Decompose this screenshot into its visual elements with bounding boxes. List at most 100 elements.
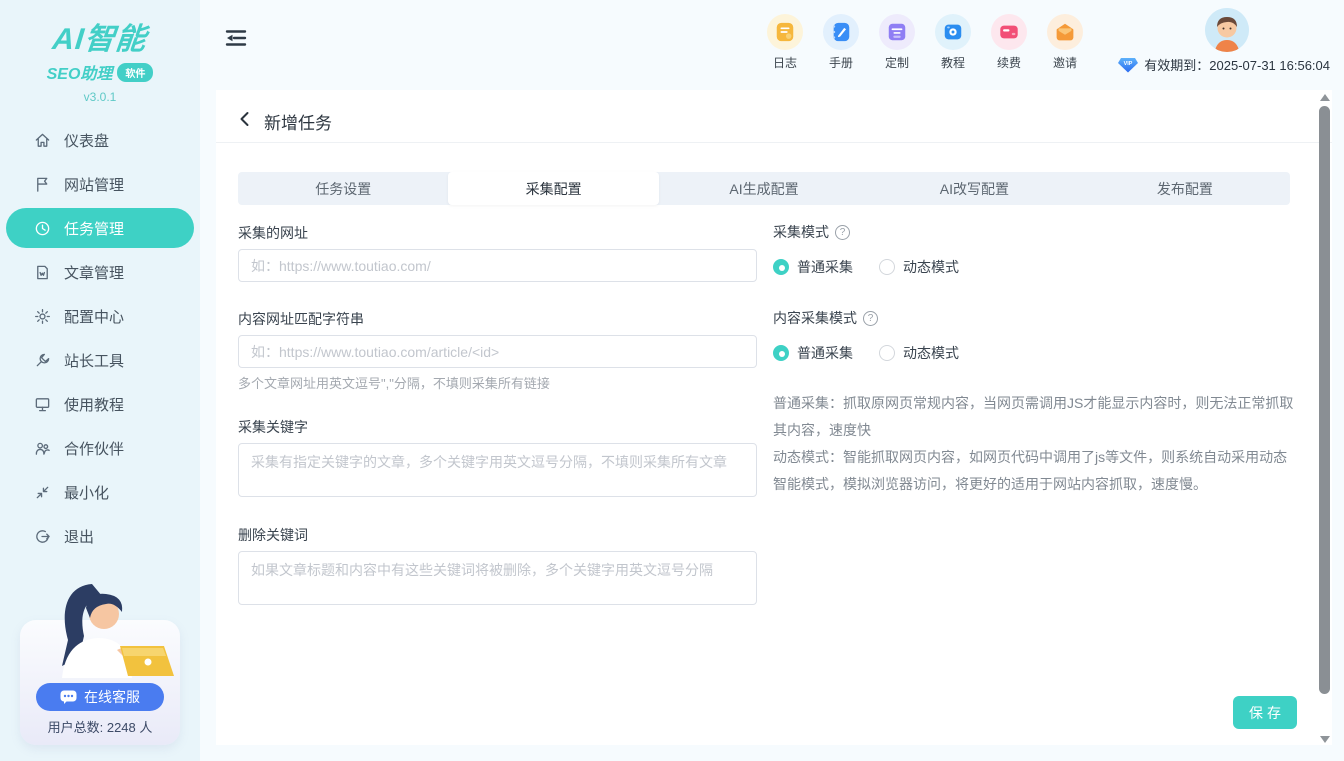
sidebar-item-label: 使用教程: [64, 394, 124, 415]
sidebar-item-dashboard[interactable]: 仪表盘: [6, 120, 194, 160]
vip-validity: 有效期到：2025-07-31 16:56:04: [1144, 55, 1330, 74]
sidebar-item-config[interactable]: 配置中心: [6, 296, 194, 336]
sidebar-item-label: 合作伙伴: [64, 438, 124, 459]
app-version: v3.0.1: [0, 90, 200, 104]
content-panel: 新增任务 任务设置 采集配置 AI生成配置 AI改写配置 发布配置 采集的网址 …: [216, 90, 1332, 745]
scrollbar[interactable]: [1318, 92, 1331, 745]
radio-icon: [879, 345, 895, 361]
sidebar: AI智能 SEO助理 软件 v3.0.1 仪表盘 网站管理 任务管理 文章管理 …: [0, 0, 200, 761]
collect-keywords-textarea[interactable]: [238, 443, 757, 497]
sidebar-item-webmaster-tools[interactable]: 站长工具: [6, 340, 194, 380]
logo-title: AI智能: [0, 14, 202, 58]
mode-description-line1: 普通采集：抓取原网页常规内容，当网页需调用JS才能显示内容时，则无法正常抓取其内…: [773, 390, 1298, 444]
scrollbar-thumb[interactable]: [1319, 106, 1330, 694]
radio-icon: [879, 259, 895, 275]
radio-icon: [773, 345, 789, 361]
collect-mode-dynamic-radio[interactable]: 动态模式: [879, 257, 959, 277]
chat-bubble-icon: [60, 690, 77, 705]
sidebar-item-label: 文章管理: [64, 262, 124, 283]
tab-collect-config[interactable]: 采集配置: [448, 172, 658, 205]
tab-task-settings[interactable]: 任务设置: [238, 172, 448, 205]
quick-link-label: 续费: [990, 54, 1028, 71]
user-count: 用户总数: 2248 人: [0, 717, 200, 736]
collapse-sidebar-icon[interactable]: [225, 28, 247, 48]
customer-service-illustration: [22, 578, 178, 690]
radio-label: 动态模式: [903, 257, 959, 277]
minimize-icon: [34, 484, 51, 501]
monitor-icon: [34, 396, 51, 413]
partners-icon: [34, 440, 51, 457]
sidebar-item-label: 配置中心: [64, 306, 124, 327]
content-url-match-hint: 多个文章网址用英文逗号","分隔，不填则采集所有链接: [238, 373, 550, 392]
sidebar-item-partners[interactable]: 合作伙伴: [6, 428, 194, 468]
quick-link-manual[interactable]: 手册: [822, 14, 860, 71]
user-avatar[interactable]: [1205, 8, 1249, 52]
radio-label: 普通采集: [797, 343, 853, 363]
sidebar-item-logout[interactable]: 退出: [6, 516, 194, 556]
sidebar-item-label: 退出: [64, 526, 94, 547]
gear-icon: [34, 308, 51, 325]
invite-icon: [1054, 21, 1076, 43]
scrollbar-down-arrow[interactable]: [1320, 736, 1330, 743]
sidebar-menu: 仪表盘 网站管理 任务管理 文章管理 配置中心 站长工具 使用教程 合作伙伴: [0, 120, 200, 556]
collect-url-input[interactable]: [238, 249, 757, 282]
sidebar-item-minimize[interactable]: 最小化: [6, 472, 194, 512]
scrollbar-up-arrow[interactable]: [1320, 94, 1330, 101]
back-icon[interactable]: [236, 110, 254, 128]
svg-text:VIP: VIP: [1124, 61, 1133, 67]
quick-link-tutorials[interactable]: 教程: [934, 14, 972, 71]
logo-badge: 软件: [117, 63, 153, 82]
save-button[interactable]: 保存: [1233, 696, 1297, 729]
vip-status: VIP 有效期到：2025-07-31 16:56:04: [1118, 55, 1330, 74]
help-icon[interactable]: ?: [835, 225, 850, 240]
manual-icon: [830, 21, 852, 43]
sidebar-item-tasks[interactable]: 任务管理: [6, 208, 194, 248]
sidebar-item-label: 最小化: [64, 482, 109, 503]
collect-mode-label: 采集模式 ?: [773, 222, 850, 242]
sidebar-item-tutorial[interactable]: 使用教程: [6, 384, 194, 424]
sidebar-item-label: 站长工具: [64, 350, 124, 371]
radio-icon: [773, 259, 789, 275]
sidebar-item-articles[interactable]: 文章管理: [6, 252, 194, 292]
collect-mode-label-text: 采集模式: [773, 222, 829, 242]
log-icon: [774, 21, 796, 43]
tab-ai-generate-config[interactable]: AI生成配置: [659, 172, 869, 205]
quick-link-renew[interactable]: 续费: [990, 14, 1028, 71]
collect-keywords-label: 采集关键字: [238, 417, 308, 437]
sidebar-item-websites[interactable]: 网站管理: [6, 164, 194, 204]
content-url-match-input[interactable]: [238, 335, 757, 368]
delete-keywords-textarea[interactable]: [238, 551, 757, 605]
collect-mode-normal-radio[interactable]: 普通采集: [773, 257, 853, 277]
page-title: 新增任务: [264, 109, 332, 134]
mode-description-line2: 动态模式：智能抓取网页内容，如网页代码中调用了js等文件，则系统自动采用动态智能…: [773, 444, 1298, 498]
help-icon[interactable]: ?: [863, 311, 878, 326]
quick-link-custom[interactable]: 定制: [878, 14, 916, 71]
logout-icon: [34, 528, 51, 545]
radio-label: 普通采集: [797, 257, 853, 277]
home-icon: [34, 132, 51, 149]
collect-mode-radios: 普通采集 动态模式: [773, 257, 959, 277]
clock-icon: [34, 220, 51, 237]
mode-description: 普通采集：抓取原网页常规内容，当网页需调用JS才能显示内容时，则无法正常抓取其内…: [773, 390, 1298, 498]
custom-icon: [886, 21, 908, 43]
tab-ai-rewrite-config[interactable]: AI改写配置: [869, 172, 1079, 205]
online-support-button[interactable]: 在线客服: [36, 683, 164, 711]
divider: [216, 142, 1332, 143]
content-collect-mode-dynamic-radio[interactable]: 动态模式: [879, 343, 959, 363]
quick-link-logs[interactable]: 日志: [766, 14, 804, 71]
sidebar-item-label: 任务管理: [64, 218, 124, 239]
document-icon: [34, 264, 51, 281]
app-logo: AI智能 SEO助理 软件 v3.0.1: [0, 0, 200, 104]
flag-icon: [34, 176, 51, 193]
collect-url-label: 采集的网址: [238, 223, 308, 243]
content-collect-mode-label: 内容采集模式 ?: [773, 308, 878, 328]
quick-link-label: 日志: [766, 54, 804, 71]
content-collect-mode-radios: 普通采集 动态模式: [773, 343, 959, 363]
content-url-match-label: 内容网址匹配字符串: [238, 309, 364, 329]
renew-icon: [998, 21, 1020, 43]
tab-publish-config[interactable]: 发布配置: [1080, 172, 1290, 205]
content-collect-mode-normal-radio[interactable]: 普通采集: [773, 343, 853, 363]
wrench-icon: [34, 352, 51, 369]
online-support-label: 在线客服: [84, 687, 140, 707]
quick-link-invite[interactable]: 邀请: [1046, 14, 1084, 71]
